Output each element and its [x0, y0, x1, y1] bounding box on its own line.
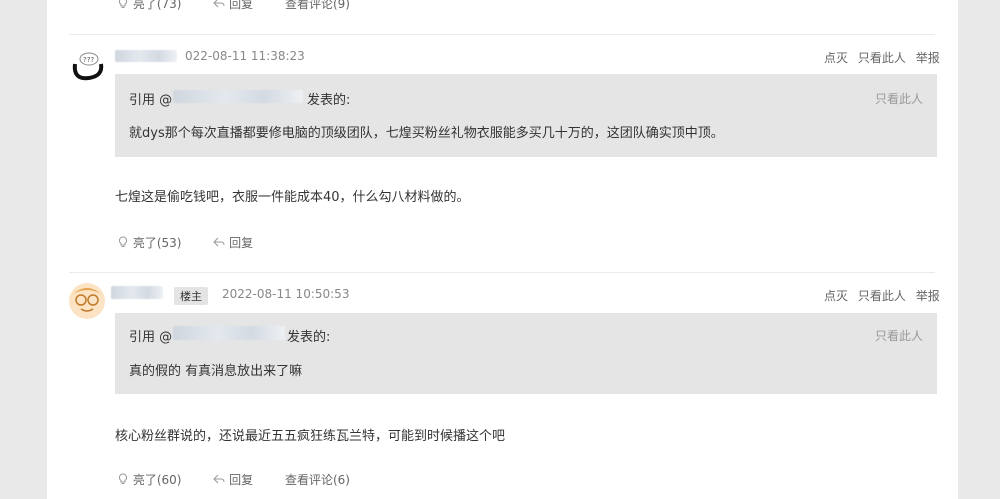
dislike-link[interactable]: 点灭: [824, 51, 848, 65]
reply-icon: [213, 0, 225, 8]
reply-button[interactable]: 回复: [213, 0, 257, 11]
comment-body: 核心粉丝群说的，还说最近五五疯狂练瓦兰特，可能到时候播这个吧: [115, 429, 506, 444]
avatar-doodle-icon: ???: [68, 43, 108, 83]
view-comments-button[interactable]: 查看评论(6): [285, 473, 350, 487]
user-name-redacted[interactable]: [115, 50, 177, 62]
post-menu: 点灭 只看此人 举报: [824, 49, 940, 66]
quote-block: 引用 @ 发表的: 只看此人 就dys那个每次直播都要修电脑的顶级团队，七煌买粉…: [115, 74, 937, 157]
reply-icon: [213, 237, 225, 247]
avatar-face-icon: [69, 283, 105, 319]
quoted-user-redacted[interactable]: [173, 326, 285, 340]
quote-only-this-user-link[interactable]: 只看此人: [875, 90, 923, 107]
report-link[interactable]: 举报: [916, 51, 940, 65]
reply-button[interactable]: 回复: [213, 236, 253, 250]
like-button[interactable]: 亮了(60): [117, 473, 185, 487]
only-this-user-link[interactable]: 只看此人: [858, 289, 906, 303]
comment-actions: 亮了(60) 回复 查看评论(6): [117, 471, 350, 488]
top-actions: 亮了(73) 回复 查看评论(9): [117, 0, 350, 12]
bulb-icon: [118, 473, 128, 484]
divider: [69, 34, 935, 35]
reply-label: 回复: [229, 473, 254, 487]
quote-text: 真的假的 有真消息放出来了嘛: [129, 364, 303, 379]
quote-suffix: 发表的:: [287, 330, 331, 345]
like-label: 亮了(73): [132, 0, 182, 11]
comment-panel: 亮了(73) 回复 查看评论(9) ??? 022-08-11 11:38:23…: [47, 0, 958, 499]
report-link[interactable]: 举报: [916, 289, 940, 303]
comment-actions: 亮了(53) 回复: [117, 234, 253, 251]
post-menu: 点灭 只看此人 举报: [824, 287, 940, 304]
avatar[interactable]: ???: [67, 42, 109, 84]
quoted-user-redacted[interactable]: [173, 90, 303, 103]
reply-icon: [213, 474, 225, 484]
avatar[interactable]: [68, 282, 106, 320]
like-label: 亮了(53): [132, 236, 182, 250]
timestamp: 022-08-11 11:38:23: [185, 49, 305, 63]
quote-block: 引用 @ 发表的: 只看此人 真的假的 有真消息放出来了嘛: [115, 313, 937, 394]
quote-only-this-user-link[interactable]: 只看此人: [875, 327, 923, 344]
like-button[interactable]: 亮了(73): [117, 0, 185, 11]
divider: [69, 272, 935, 273]
quote-text: 就dys那个每次直播都要修电脑的顶级团队，七煌买粉丝礼物衣服能多买几十万的，这团…: [129, 126, 724, 141]
reply-label: 回复: [229, 0, 254, 11]
dislike-link[interactable]: 点灭: [824, 289, 848, 303]
like-label: 亮了(60): [132, 473, 182, 487]
like-button[interactable]: 亮了(53): [117, 236, 185, 250]
view-comments-button[interactable]: 查看评论(9): [285, 0, 350, 11]
quote-header: 引用 @: [129, 89, 172, 108]
svg-text:???: ???: [83, 56, 94, 64]
user-name-redacted[interactable]: [111, 286, 163, 299]
only-this-user-link[interactable]: 只看此人: [858, 51, 906, 65]
reply-button[interactable]: 回复: [213, 473, 257, 487]
quote-suffix: 发表的:: [307, 93, 351, 108]
reply-label: 回复: [229, 236, 254, 250]
bulb-icon: [118, 0, 128, 8]
quote-prefix: 引用 @: [129, 330, 173, 345]
comment-body: 七煌这是偷吃钱吧，衣服一件能成本40，什么勾八材料做的。: [115, 190, 470, 205]
quote-prefix: 引用 @: [129, 93, 173, 108]
timestamp: 2022-08-11 10:50:53: [222, 287, 350, 301]
op-badge: 楼主: [174, 287, 208, 305]
bulb-icon: [118, 236, 128, 247]
